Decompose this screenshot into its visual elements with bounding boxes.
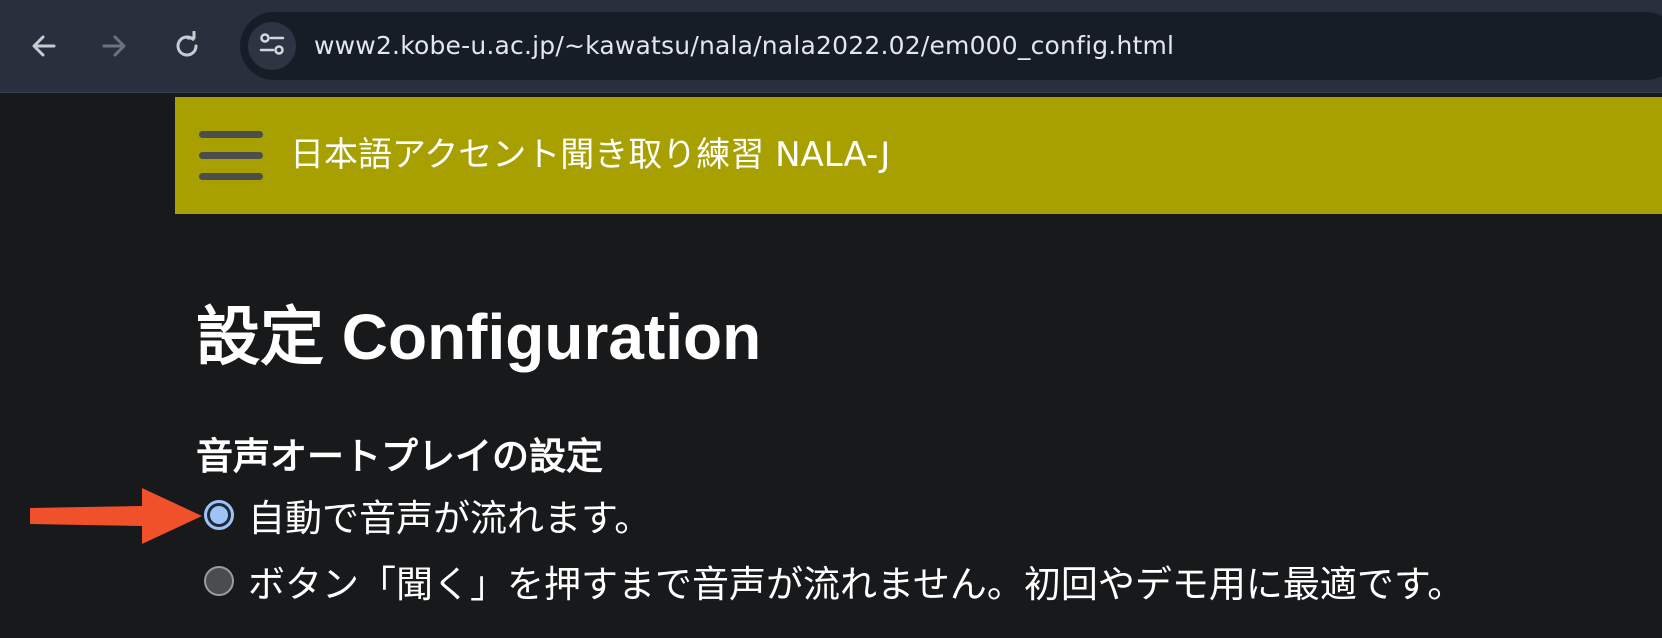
forward-button[interactable] <box>90 22 138 70</box>
red-arrow-icon <box>30 488 206 548</box>
address-bar[interactable]: www2.kobe-u.ac.jp/~kawatsu/nala/nala2022… <box>240 12 1662 80</box>
reload-button[interactable] <box>163 22 211 70</box>
url-text[interactable]: www2.kobe-u.ac.jp/~kawatsu/nala/nala2022… <box>314 12 1174 80</box>
arrow-left-icon <box>30 32 58 60</box>
site-info-button[interactable] <box>248 22 296 70</box>
autoplay-on-label[interactable]: 自動で音声が流れます。 <box>248 488 651 542</box>
tune-icon <box>258 30 286 62</box>
back-button[interactable] <box>20 22 68 70</box>
arrow-right-icon <box>100 32 128 60</box>
page-title: 設定 Configuration <box>196 301 762 373</box>
autoplay-off-label[interactable]: ボタン「聞く」を押すまで音声が流れません。初回やデモ用に最適です。 <box>248 554 1464 608</box>
app-title: 日本語アクセント聞き取り練習 NALA-J <box>290 135 891 175</box>
autoplay-section-heading: 音声オートプレイの設定 <box>196 435 603 478</box>
autoplay-off-option[interactable]: ボタン「聞く」を押すまで音声が流れません。初回やデモ用に最適です。 <box>204 554 1464 608</box>
page-content: 日本語アクセント聞き取り練習 NALA-J 設定 Configuration 音… <box>0 94 1662 638</box>
autoplay-off-radio[interactable] <box>204 566 234 596</box>
app-header: 日本語アクセント聞き取り練習 NALA-J <box>175 97 1662 214</box>
reload-icon <box>172 31 202 61</box>
hamburger-menu-icon[interactable] <box>199 131 263 181</box>
autoplay-on-radio[interactable] <box>204 500 234 530</box>
autoplay-on-option[interactable]: 自動で音声が流れます。 <box>204 488 651 542</box>
browser-toolbar: www2.kobe-u.ac.jp/~kawatsu/nala/nala2022… <box>0 0 1662 93</box>
